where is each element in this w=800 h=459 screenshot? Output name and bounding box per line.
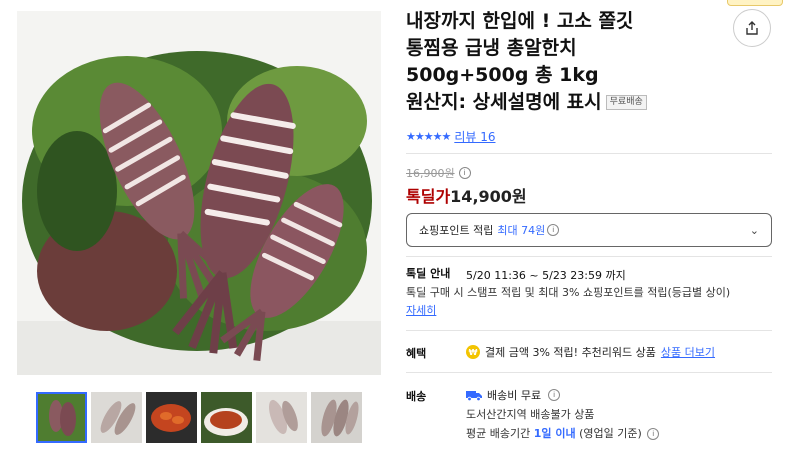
divider	[406, 153, 772, 154]
avg-period-prefix: 평균 배송기간	[466, 427, 531, 440]
title-line-1: 내장까지 한입에 ! 고소 쫄깃	[406, 10, 634, 32]
points-label: 쇼핑포인트 적립	[419, 224, 494, 237]
shipping-fee: 배송비 무료	[487, 389, 542, 402]
review-link[interactable]: 리뷰 16	[454, 128, 495, 145]
title-line-2: 통찜용 급냉 총알한치	[406, 37, 577, 59]
divider	[406, 256, 772, 257]
thumbnail-strip	[36, 392, 362, 443]
title-line-4: 원산지: 상세설명에 표시	[406, 91, 602, 113]
product-main-image	[17, 11, 381, 375]
info-icon[interactable]: i	[547, 224, 560, 236]
chevron-down-icon: ⌄	[749, 223, 759, 237]
shipping-fee-row: 배송비 무료 i	[466, 387, 561, 403]
more-products-link[interactable]: 상품 더보기	[661, 344, 715, 360]
product-title: 내장까지 한입에 ! 고소 쫄깃 통찜용 급냉 총알한치 500g+500g 총…	[406, 8, 726, 116]
talkdeal-info-label: 톡딜 안내	[406, 267, 451, 280]
info-icon[interactable]: i	[458, 167, 471, 179]
thumbnail-4[interactable]	[201, 392, 252, 443]
share-icon	[746, 21, 758, 35]
shopping-points-dropdown[interactable]: 쇼핑포인트 적립 최대 74원 i ⌄	[406, 213, 772, 247]
shipping-restriction: 도서산간지역 배송불가 상품	[466, 408, 595, 421]
average-shipping-period: 평균 배송기간 1일 이내 (영업일 기준) i	[466, 425, 660, 441]
thumbnail-3[interactable]	[146, 392, 197, 443]
benefit-text: 결제 금액 3% 적립! 추천리워드 상품	[485, 346, 656, 359]
deal-price-label: 톡딜가	[406, 187, 451, 206]
tooltip-stub	[727, 0, 783, 6]
talkdeal-time-range: 5/20 11:36 ~ 5/23 23:59 까지	[466, 269, 626, 282]
thumbnail-5[interactable]	[256, 392, 307, 443]
shipping-label: 배송	[406, 390, 427, 403]
divider	[406, 330, 772, 331]
share-button[interactable]	[733, 9, 771, 47]
original-price-value: 16,900원	[406, 167, 455, 180]
won-coin-icon: ₩	[466, 345, 480, 359]
avg-period-suffix: (영업일 기준)	[579, 427, 642, 440]
truck-icon	[466, 390, 482, 401]
avg-period-days: 1일 이내	[533, 427, 576, 440]
benefit-row: ₩ 결제 금액 3% 적립! 추천리워드 상품 상품 더보기	[466, 344, 715, 360]
detail-link[interactable]: 자세히	[406, 302, 436, 318]
title-line-3: 500g+500g 총 1kg	[406, 64, 599, 86]
points-max: 최대 74원	[497, 224, 546, 237]
free-shipping-badge: 무료배송	[605, 95, 647, 110]
divider	[406, 372, 772, 373]
rating-row: ★★★★★ 리뷰 16	[406, 128, 495, 145]
rating-stars: ★★★★★	[406, 130, 451, 143]
thumbnail-1[interactable]	[36, 392, 87, 443]
info-icon[interactable]: i	[647, 428, 660, 440]
original-price: 16,900원 i	[406, 165, 471, 181]
deal-price-value: 14,900원	[450, 187, 527, 206]
talkdeal-description: 톡딜 구매 시 스탬프 적립 및 최대 3% 쇼핑포인트를 적립(등급별 상이)	[406, 286, 731, 299]
thumbnail-6[interactable]	[311, 392, 362, 443]
thumbnail-2[interactable]	[91, 392, 142, 443]
sale-price: 톡딜가14,900원	[406, 183, 527, 207]
benefit-label: 혜택	[406, 347, 427, 360]
info-icon[interactable]: i	[548, 389, 561, 401]
